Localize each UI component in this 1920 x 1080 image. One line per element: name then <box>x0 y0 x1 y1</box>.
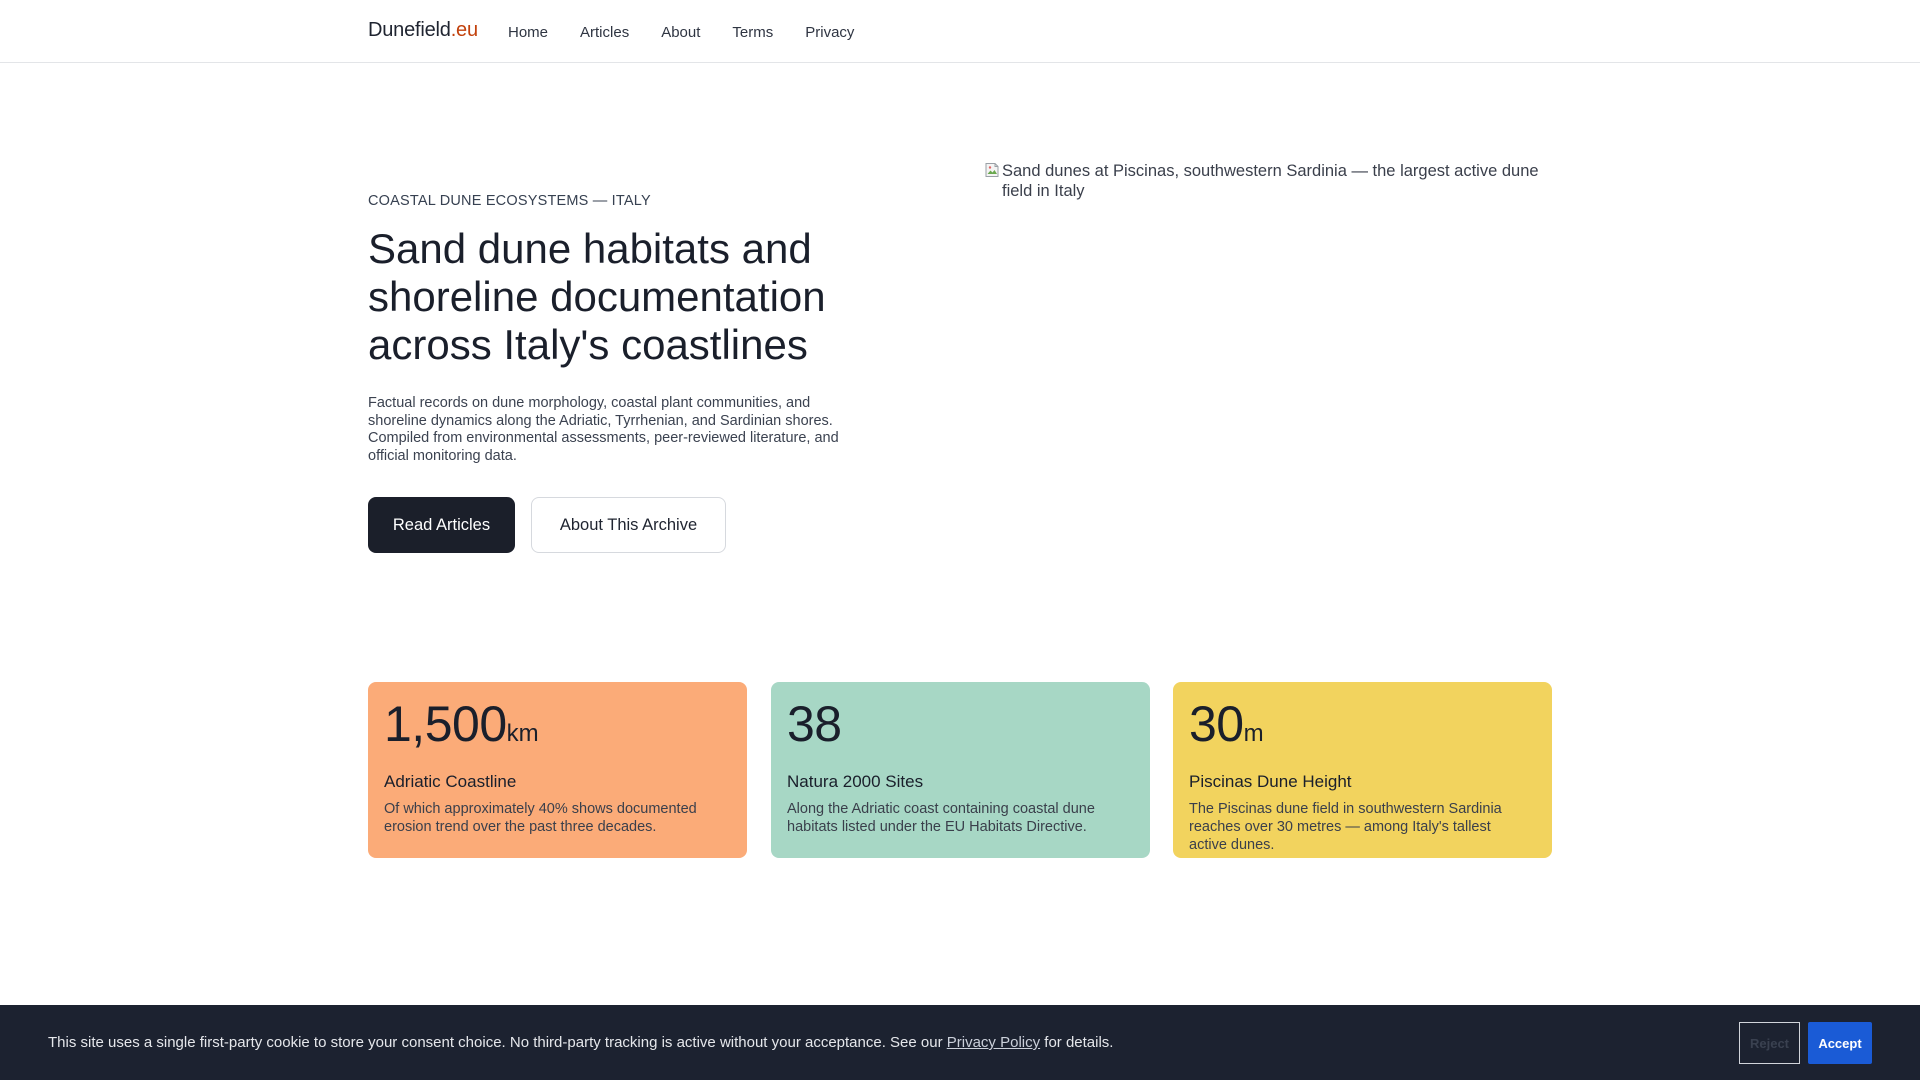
stat-unit: km <box>506 720 539 747</box>
stat-number: 30 <box>1189 696 1244 752</box>
cookie-message: This site uses a single first-party cook… <box>48 1034 1113 1051</box>
stat-description: Of which approximately 40% shows documen… <box>384 801 697 835</box>
brand-name: Dunefield <box>368 19 451 41</box>
hero-title: Sand dune habitats and shoreline documen… <box>368 225 826 368</box>
stat-value: 30m <box>1189 696 1536 762</box>
nav-link-privacy[interactable]: Privacy <box>805 24 854 41</box>
cookie-consent-banner: This site uses a single first-party cook… <box>0 1005 1920 1080</box>
stat-card-piscinas-dune-height: 30m Piscinas Dune Height The Piscinas du… <box>1173 682 1552 858</box>
stat-value: 1,500km <box>384 696 731 762</box>
stat-title: Adriatic Coastline <box>384 772 517 791</box>
brand-tld: .eu <box>450 19 478 41</box>
read-articles-button[interactable]: Read Articles <box>368 497 515 553</box>
nav-link-home[interactable]: Home <box>508 24 548 41</box>
about-archive-button[interactable]: About This Archive <box>531 497 726 553</box>
stat-title: Piscinas Dune Height <box>1189 772 1352 791</box>
broken-image-icon <box>985 163 999 177</box>
nav-link-articles[interactable]: Articles <box>580 24 629 41</box>
hero-image: Sand dunes at Piscinas, southwestern Sar… <box>984 161 1552 201</box>
stat-card-natura-2000-sites: 38 Natura 2000 Sites Along the Adriatic … <box>771 682 1150 858</box>
cookie-text-after: for details. <box>1040 1034 1114 1051</box>
stat-description: Along the Adriatic coast containing coas… <box>787 801 1095 835</box>
hero-eyebrow: COASTAL DUNE ECOSYSTEMS — ITALY <box>368 193 651 209</box>
hero-image-alt-text: Sand dunes at Piscinas, southwestern Sar… <box>1002 162 1539 200</box>
main-nav: Home Articles About Terms Privacy <box>508 24 886 41</box>
nav-link-about[interactable]: About <box>661 24 700 41</box>
stat-value: 38 <box>787 696 1134 762</box>
hero-description: Factual records on dune morphology, coas… <box>368 395 839 464</box>
stat-title: Natura 2000 Sites <box>787 772 924 791</box>
cookie-accept-button[interactable]: Accept <box>1808 1022 1872 1064</box>
cookie-reject-button[interactable]: Reject <box>1739 1022 1800 1064</box>
stat-description: The Piscinas dune field in southwestern … <box>1189 801 1502 853</box>
privacy-policy-link[interactable]: Privacy Policy <box>947 1034 1040 1051</box>
stat-number: 1,500 <box>384 696 507 752</box>
site-header: Dunefield.eu Home Articles About Terms P… <box>0 0 1920 63</box>
stat-number: 38 <box>787 696 842 752</box>
cookie-text-before: This site uses a single first-party cook… <box>48 1034 947 1051</box>
stat-card-adriatic-coastline: 1,500km Adriatic Coastline Of which appr… <box>368 682 747 858</box>
brand-logo-link[interactable]: Dunefield.eu <box>368 19 478 42</box>
nav-link-terms[interactable]: Terms <box>732 24 773 41</box>
stat-unit: m <box>1243 720 1264 747</box>
